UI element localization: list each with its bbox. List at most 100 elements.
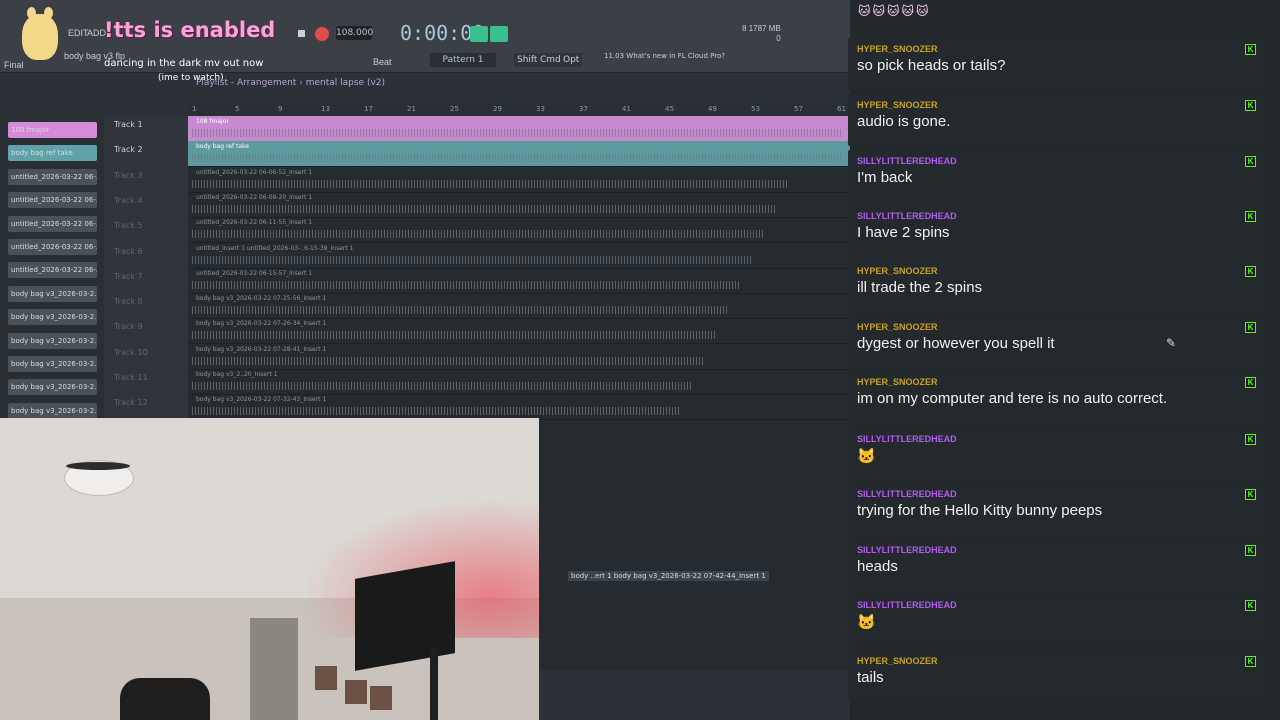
kick-badge-icon: K [1245, 434, 1256, 445]
pattern-mode-indicator[interactable] [470, 26, 488, 42]
picker-clip[interactable]: 108 fmajor [8, 122, 97, 138]
track-header[interactable]: Track 3 [114, 171, 143, 180]
chat-message: HYPER_SNOOZER tails K [848, 650, 1266, 702]
picker-clip[interactable]: body bag v3_2026-03-2... [8, 402, 97, 419]
playlist-lane[interactable]: body bag v3_2..20_Insert 1 [188, 369, 850, 395]
chat-message: HYPER_SNOOZERaudio is gone. K [848, 94, 1266, 146]
kick-badge-icon: K [1245, 156, 1256, 167]
opt-button[interactable]: Opt [560, 53, 583, 67]
playlist-lane[interactable]: untitled_2026-03-22 06-08-20_Insert 1 [188, 192, 850, 218]
chair [120, 678, 210, 720]
chat-message-text: trying for the Hello Kitty bunny peeps [857, 502, 1103, 519]
playlist-lane[interactable]: body bag v3_2026-03-22 07-28-41_Insert 1 [188, 344, 850, 370]
playlist-lane[interactable]: untitled_2026-03-22 06-06-52_Insert 1 [188, 167, 850, 193]
audio-waveform [192, 129, 842, 137]
ruler-bar-number: 41 [622, 105, 631, 113]
audio-waveform [192, 179, 788, 188]
ruler-bar-number: 49 [708, 105, 717, 113]
ruler-bar-number: 5 [235, 105, 240, 113]
snap-beat-select[interactable]: Beat [373, 57, 392, 67]
chat-username[interactable]: HYPER_SNOOZER [857, 266, 938, 276]
tempo-display[interactable]: 108.000 [336, 26, 373, 40]
playlist-lane[interactable]: untitled_2026-03-22 06-11-55_Insert 1 [188, 217, 850, 244]
chat-username[interactable]: SILLYLITTLEREDHEAD [857, 545, 957, 555]
chat-username[interactable]: HYPER_SNOOZER [857, 322, 938, 332]
ruler-bar-number: 37 [579, 105, 588, 113]
kick-badge-icon: K [1245, 44, 1256, 55]
picker-clip[interactable]: body bag v3_2026-03-2... [8, 379, 97, 396]
track-header[interactable]: Track 6 [114, 247, 143, 256]
chat-username[interactable]: SILLYLITTLEREDHEAD [857, 489, 957, 499]
picker-clip[interactable]: untitled_2026-03-22 06-... [8, 239, 97, 255]
chat-message: HYPER_SNOOZER im on my computer and tere … [848, 371, 1266, 423]
audio-clip-label: body bag ref take [196, 143, 249, 151]
chat-message-text: heads [857, 558, 898, 575]
chat-username[interactable]: SILLYLITTLEREDHEAD [857, 211, 957, 221]
audio-clip-label: untitled_insert 1 untitled_2026-03-..6-1… [196, 244, 354, 252]
song-mode-indicator[interactable] [490, 26, 508, 42]
chat-message: SILLYLITTLEREDHEAD heads K [848, 539, 1266, 591]
track-header[interactable]: Track 2 [114, 145, 143, 154]
stop-button[interactable] [298, 30, 305, 37]
track-header[interactable]: Track 9 [114, 322, 143, 331]
ruler-bar-number: 9 [278, 105, 283, 113]
playlist-lane[interactable]: body bag v3_2026-03-22 07-32-43_Insert 1 [188, 394, 850, 421]
cpu-value: 8 [742, 24, 747, 33]
track-header[interactable]: Track 7 [114, 272, 143, 281]
arrangement-name[interactable]: mental lapse (v2) [306, 78, 385, 88]
microphone-isolation-shield [355, 561, 455, 671]
chat-message-text: 🐱 [857, 614, 876, 631]
playlist-lane[interactable]: untitled_insert 1 untitled_2026-03-..6-1… [188, 243, 850, 269]
ruler-bar-number: 29 [493, 105, 502, 113]
chat-username[interactable]: HYPER_SNOOZER [857, 377, 938, 387]
pattern-selector[interactable]: Pattern 1 [430, 53, 496, 67]
picker-clip[interactable]: body bag v3_2026-03-2... [8, 332, 97, 349]
chat-username[interactable]: SILLYLITTLEREDHEAD [857, 434, 957, 444]
audio-waveform [192, 407, 680, 416]
track-header[interactable]: Track 8 [114, 297, 143, 306]
playlist-lane[interactable]: body bag ref take [188, 141, 850, 168]
chat-message-text: audio is gone. [857, 113, 951, 130]
audio-clip-label: untitled_2026-03-22 06-15-57_Insert 1 [196, 269, 313, 277]
playlist-lane[interactable]: body bag v3_2026-03-22 07-26-34_Insert 1 [188, 318, 850, 345]
record-button[interactable] [315, 27, 329, 41]
chat-message-text: so pick heads or tails? [857, 57, 1006, 74]
track-header[interactable]: Track 12 [114, 398, 148, 407]
chat-message-text: I'm back [857, 169, 913, 186]
audio-clip-label: 108 fmajor [196, 118, 229, 125]
chat-username[interactable]: HYPER_SNOOZER [857, 100, 938, 110]
track-header[interactable]: Track 1 [114, 120, 143, 129]
chat-username[interactable]: HYPER_SNOOZER [857, 44, 938, 54]
news-panel[interactable]: 11.03 What's new in FL Cloud Pro? [604, 52, 725, 61]
track-header[interactable]: Track 10 [114, 348, 148, 357]
chat-message-text: I have 2 spins [857, 224, 950, 241]
picker-clip[interactable]: untitled_2026-03-22 06-... [8, 192, 97, 209]
playlist-lane[interactable]: body bag v3_2026-03-22 07-25-56_Insert 1 [188, 293, 850, 320]
chat-username[interactable]: HYPER_SNOOZER [857, 656, 938, 666]
bottom-audio-clip[interactable]: body ..ert 1 body bag v3_2026-03-22 07-4… [568, 571, 769, 581]
track-header[interactable]: Track 4 [114, 196, 143, 205]
picker-clip[interactable]: untitled_2026-03-22 06-... [8, 262, 97, 279]
playlist-lane[interactable]: 108 fmajor [188, 116, 850, 142]
chat-username[interactable]: SILLYLITTLEREDHEAD [857, 156, 957, 166]
audio-waveform [192, 255, 752, 264]
kick-badge-icon: K [1245, 100, 1256, 111]
picker-clip[interactable]: body bag ref take [8, 145, 97, 162]
track-header[interactable]: Track 11 [114, 373, 148, 382]
picker-clip[interactable]: body bag v3_2026-03-2... [8, 356, 97, 372]
ruler-bar-number: 61 [837, 105, 846, 113]
chat-username[interactable]: SILLYLITTLEREDHEAD [857, 600, 957, 610]
picker-clip[interactable]: body bag v3_2026-03-2... [8, 285, 97, 302]
picker-clip[interactable]: untitled_2026-03-22 06-... [8, 168, 97, 185]
pencil-cursor-icon: ✎ [1166, 336, 1177, 350]
playlist-lane[interactable]: untitled_2026-03-22 06-15-57_Insert 1 [188, 268, 850, 294]
picker-clip[interactable]: untitled_2026-03-22 06-... [8, 215, 97, 232]
track-header[interactable]: Track 5 [114, 221, 143, 230]
timeline-ruler[interactable]: 1 5 9 13 17 21 25 29 33 37 41 45 49 53 57 61 [188, 104, 850, 116]
webcam-feed [0, 418, 539, 720]
edit-menu[interactable]: EDIT [68, 28, 89, 38]
picker-clip[interactable]: body bag v3_2026-03-2... [8, 309, 97, 326]
voices-value: 0 [776, 34, 781, 43]
ruler-bar-number: 33 [536, 105, 545, 113]
chat-message: SILLYLITTLEREDHEAD I'm back K [848, 150, 1266, 202]
